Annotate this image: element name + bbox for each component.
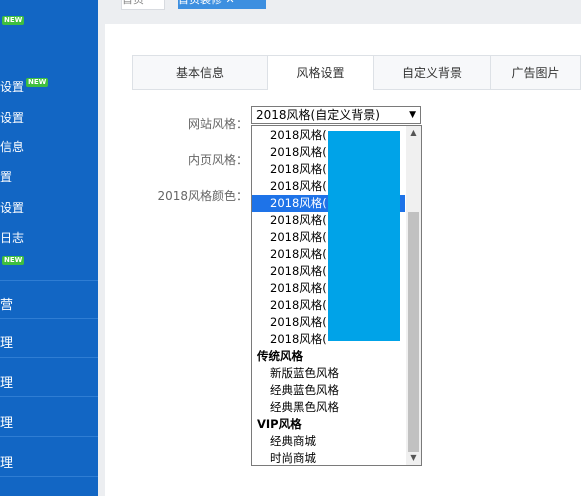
new-badge: NEW xyxy=(2,256,25,265)
tab-custom-background[interactable]: 自定义背景 xyxy=(373,55,491,89)
dropdown-scrollbar[interactable]: ▲ ▼ xyxy=(406,126,421,465)
scroll-down-icon[interactable]: ▼ xyxy=(406,451,421,465)
site-style-value: 2018风格(自定义背景) xyxy=(256,108,380,122)
inner-style-label: 内页风格： xyxy=(187,153,248,167)
sidebar-item[interactable]: 设置 xyxy=(0,109,24,126)
sidebar-divider xyxy=(0,357,98,358)
sidebar-divider xyxy=(0,476,98,477)
dropdown-option[interactable]: 经典黑色风格 xyxy=(252,399,405,416)
dropdown-option[interactable]: 经典商城 xyxy=(252,433,405,450)
dropdown-group-label: 传统风格 xyxy=(257,349,303,363)
dropdown-option[interactable]: 新版蓝色风格 xyxy=(252,365,405,382)
sidebar-item[interactable]: 置 xyxy=(0,168,12,185)
scroll-up-icon[interactable]: ▲ xyxy=(406,126,421,140)
tab-home[interactable]: 首页 xyxy=(121,0,165,10)
new-badge: NEW xyxy=(2,16,25,25)
tab-style-settings[interactable]: 风格设置 xyxy=(267,55,374,90)
color-label: 2018风格颜色： xyxy=(157,189,248,203)
sidebar-item[interactable]: 营 xyxy=(0,294,13,313)
tab-ad-images[interactable]: 广告图片 xyxy=(490,55,581,89)
sidebar-item[interactable]: 理 xyxy=(0,332,13,351)
sidebar-item[interactable]: 理 xyxy=(0,452,13,471)
top-tab-strip: 首页 首页装修 ✕ xyxy=(98,0,581,22)
sidebar-item[interactable]: 理 xyxy=(0,412,13,431)
redaction-block xyxy=(328,131,400,341)
sidebar-divider xyxy=(0,436,98,437)
sidebar-item[interactable]: 理 xyxy=(0,372,13,391)
sidebar: NEW 设置 NEW 设置 信息 置 设置 日志 NEW 营 理 理 理 理 xyxy=(0,0,98,496)
chevron-down-icon[interactable]: ▼ xyxy=(409,107,416,123)
site-style-label: 网站风格： xyxy=(187,117,248,131)
tab-home-decoration[interactable]: 首页装修 ✕ xyxy=(178,0,266,9)
sidebar-item[interactable]: 设置 NEW xyxy=(0,78,49,95)
scrollbar-thumb[interactable] xyxy=(408,212,419,452)
dropdown-group-label: VIP风格 xyxy=(257,417,302,431)
settings-tabs: 基本信息 风格设置 自定义背景 广告图片 xyxy=(132,55,581,90)
tab-basic-info[interactable]: 基本信息 xyxy=(132,55,268,89)
dropdown-option[interactable]: 时尚商城 xyxy=(252,450,405,465)
sidebar-item[interactable]: 信息 xyxy=(0,138,24,155)
sidebar-divider xyxy=(0,318,98,319)
sidebar-divider xyxy=(0,280,98,281)
sidebar-divider xyxy=(0,396,98,397)
sidebar-item[interactable]: 设置 xyxy=(0,199,24,216)
site-style-select[interactable]: 2018风格(自定义背景) ▼ xyxy=(251,106,421,124)
sidebar-item[interactable]: 日志 xyxy=(0,229,24,246)
dropdown-option[interactable]: 经典蓝色风格 xyxy=(252,382,405,399)
new-badge: NEW xyxy=(26,78,49,87)
